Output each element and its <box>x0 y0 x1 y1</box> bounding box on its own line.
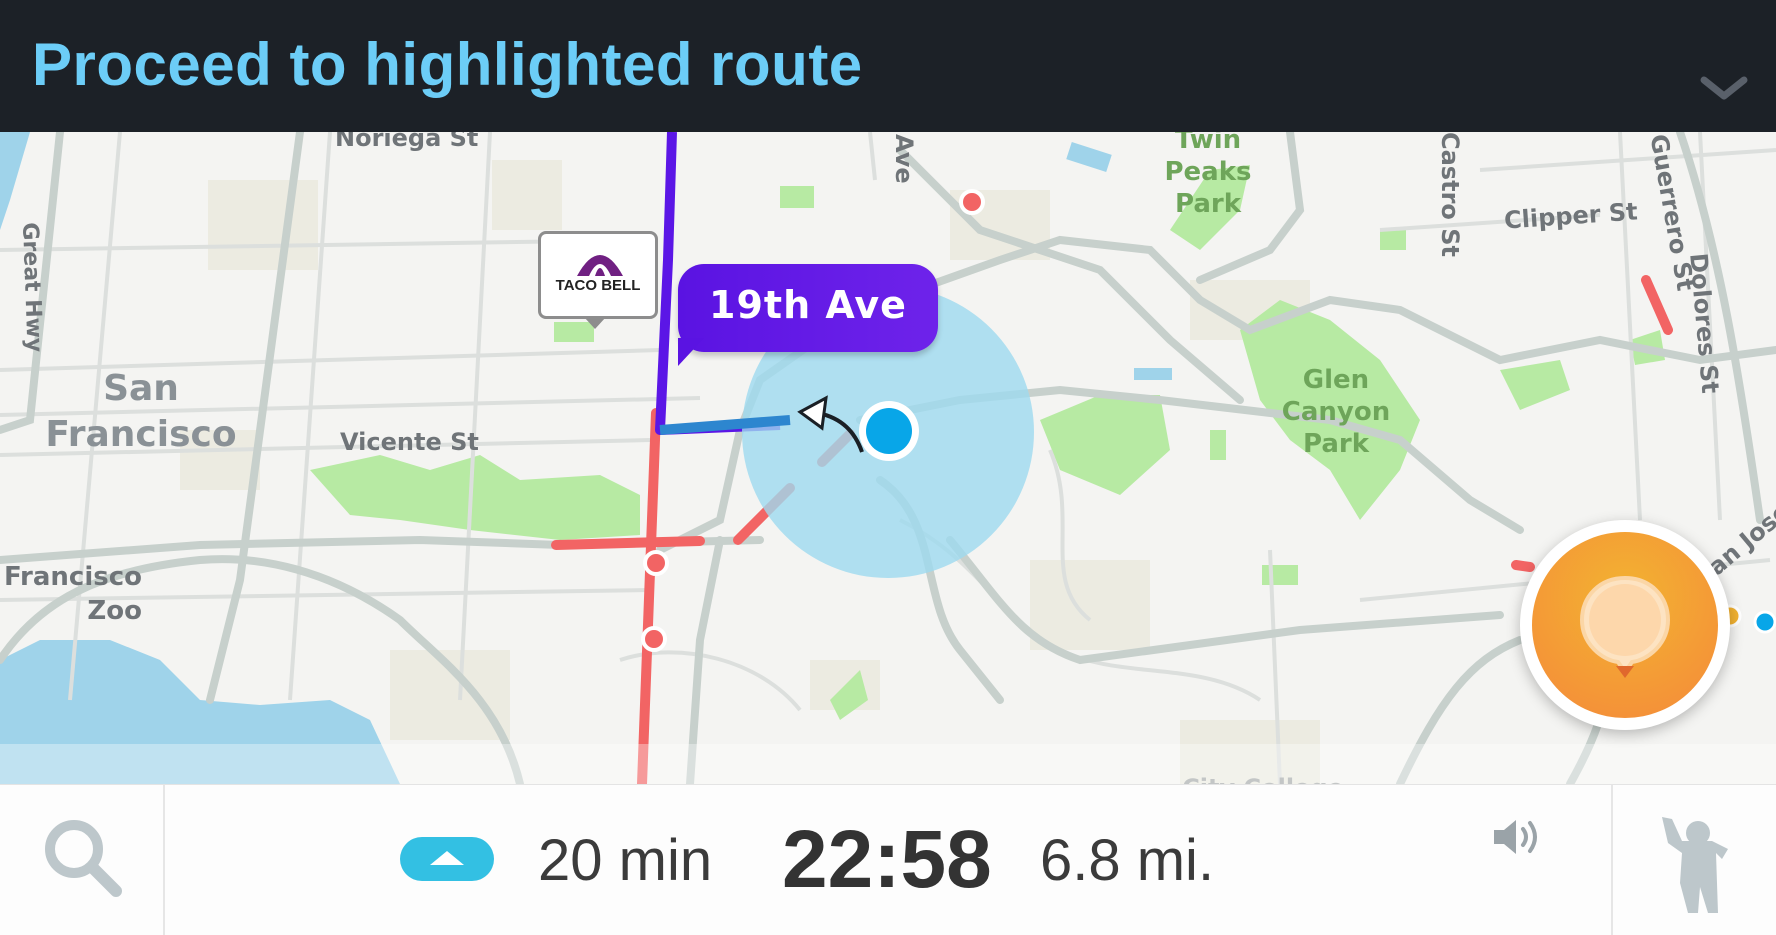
instruction-text: Proceed to highlighted route <box>32 31 863 98</box>
poi-pin-tail <box>584 317 606 329</box>
speaker-icon[interactable] <box>1490 815 1544 859</box>
report-button[interactable] <box>1520 520 1730 730</box>
bar-divider-right <box>1611 785 1613 935</box>
map-view[interactable]: Noriega St Vicente St Great Hwy Clipper … <box>0 132 1776 784</box>
street-label-great-hwy: Great Hwy <box>17 222 47 353</box>
bubble-tail <box>678 338 704 366</box>
area-label-san-francisco: San Francisco <box>45 368 237 455</box>
current-position-dot <box>866 408 912 454</box>
eta-arrival-time[interactable]: 22:58 <box>782 813 992 907</box>
street-label-castro: Castro St <box>1436 132 1464 258</box>
bottom-bar: 20 min 22:58 6.8 mi. <box>0 784 1776 935</box>
area-label-city-college: City College of SF <box>1168 772 1358 784</box>
chevron-down-icon[interactable] <box>1696 68 1752 108</box>
instruction-bar[interactable]: Proceed to highlighted route <box>0 0 1776 132</box>
poi-taco-bell[interactable]: TACO BELL <box>538 231 658 319</box>
search-icon[interactable] <box>38 813 128 903</box>
bar-divider-left <box>163 785 165 935</box>
eta-arrow-icon[interactable] <box>400 837 494 881</box>
current-street-bubble: 19th Ave <box>678 264 938 352</box>
taco-bell-logo <box>577 255 623 276</box>
eta-distance[interactable]: 6.8 mi. <box>1040 827 1214 894</box>
report-button-fill <box>1532 532 1718 718</box>
street-label-ave: Ave <box>890 134 918 184</box>
current-street-name: 19th Ave <box>709 283 907 327</box>
wazer-icon[interactable] <box>1652 813 1732 917</box>
street-label-vicente: Vicente St <box>340 428 479 456</box>
poi-label: TACO BELL <box>555 277 641 294</box>
eta-duration[interactable]: 20 min <box>538 827 712 894</box>
report-pin-icon <box>1579 575 1671 678</box>
area-label-zoo: San Francisco Zoo <box>0 562 142 626</box>
street-label-noriega: Noriega St <box>335 132 479 152</box>
park-label-twin-peaks: Twin Peaks Park <box>1164 132 1252 219</box>
park-label-glen-canyon: Glen Canyon Park <box>1281 365 1391 459</box>
